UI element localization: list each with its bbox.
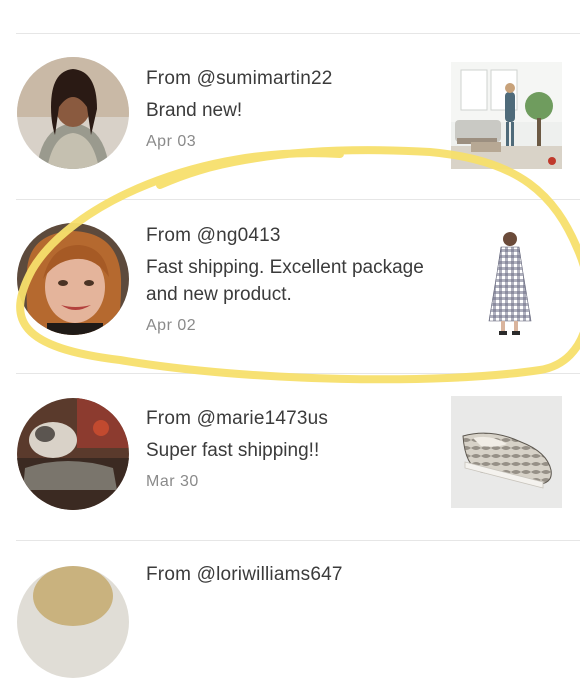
divider: [16, 199, 580, 200]
product-thumbnail[interactable]: [451, 396, 562, 508]
review-message: Fast shipping. Excellent package and new…: [146, 257, 424, 305]
review-item[interactable]: From @marie1473us Super fast shipping!! …: [0, 380, 580, 530]
divider: [16, 540, 580, 541]
snakeskin-sneaker-product-icon: [451, 396, 562, 508]
living-room-product-icon: [451, 62, 562, 169]
review-item[interactable]: From @ng0413 Fast shipping. Excellent pa…: [0, 205, 580, 355]
review-message: Super fast shipping!!: [146, 440, 320, 461]
avatar-photo-icon: [17, 398, 129, 510]
review-item[interactable]: From @sumimartin22 Brand new! Apr 03: [0, 40, 580, 190]
review-message: Brand new!: [146, 100, 243, 121]
user-avatar[interactable]: [17, 398, 129, 510]
product-thumbnail[interactable]: [451, 225, 562, 341]
gingham-dress-product-icon: [451, 225, 562, 341]
review-sender[interactable]: From @ng0413: [146, 225, 281, 247]
divider: [16, 33, 580, 34]
avatar-photo-icon: [17, 566, 129, 678]
user-avatar[interactable]: [17, 223, 129, 335]
user-avatar[interactable]: [17, 57, 129, 169]
user-avatar[interactable]: [17, 566, 129, 678]
review-sender[interactable]: From @sumimartin22: [146, 68, 333, 90]
review-date: Apr 02: [146, 317, 197, 334]
avatar-photo-icon: [17, 57, 129, 169]
review-date: Mar 30: [146, 473, 199, 490]
review-sender[interactable]: From @marie1473us: [146, 408, 328, 430]
review-date: Apr 03: [146, 133, 197, 150]
review-item[interactable]: From @loriwilliams647: [0, 548, 580, 678]
divider: [16, 373, 580, 374]
product-thumbnail[interactable]: [451, 62, 562, 169]
avatar-photo-icon: [17, 223, 129, 335]
review-sender[interactable]: From @loriwilliams647: [146, 564, 343, 586]
